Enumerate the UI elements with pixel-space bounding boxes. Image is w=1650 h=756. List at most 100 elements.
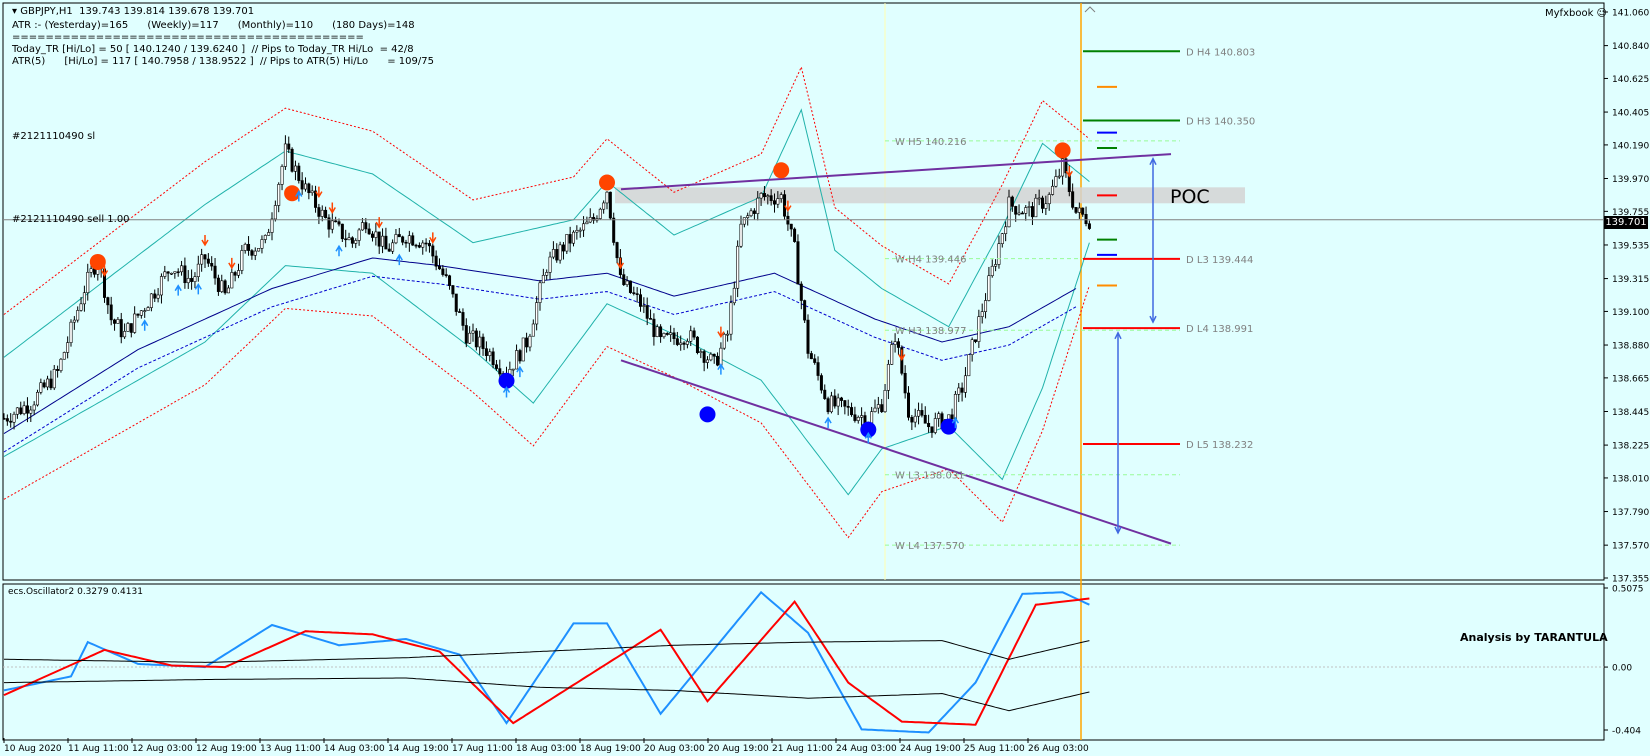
oscillator-series-line	[4, 677, 1090, 712]
candle-body	[1000, 233, 1004, 244]
candle-body	[561, 244, 565, 252]
candle-body	[528, 335, 532, 348]
candle-body	[973, 339, 977, 342]
upper-trendline	[620, 153, 1172, 191]
buy-signal-arrow	[717, 363, 725, 375]
candle-body	[293, 165, 297, 172]
candle-body	[89, 268, 93, 273]
candle-body	[206, 258, 210, 264]
envelope-lower-line	[3, 285, 1090, 539]
candle-body	[427, 243, 431, 247]
candle-body	[776, 198, 780, 205]
candle-body	[662, 333, 666, 338]
y-tick-label: 139.100	[1612, 308, 1649, 318]
candle-body	[1081, 207, 1085, 215]
x-tick-label: 26 Aug 03:00	[1028, 744, 1089, 754]
candle-body	[612, 217, 616, 243]
y-tick-label: 138.665	[1612, 374, 1649, 384]
weekly-level-label: W H3 138.977	[895, 326, 966, 337]
candle-body	[957, 387, 961, 395]
candle-body	[953, 394, 957, 420]
candle-body	[736, 245, 740, 289]
candle-body	[481, 336, 485, 349]
candle-body	[1044, 203, 1048, 209]
candle-body	[180, 265, 184, 273]
candle-body	[756, 197, 760, 214]
candle-body	[655, 326, 659, 337]
candle-body	[478, 336, 482, 348]
y-tick-label: 139.315	[1612, 275, 1649, 285]
candle-body	[1051, 185, 1055, 195]
candle-body	[106, 297, 110, 306]
candle-body	[397, 234, 401, 238]
candle-body	[796, 241, 800, 285]
candle-body	[558, 244, 562, 261]
y-tick-label: 138.010	[1612, 474, 1649, 484]
candle-body	[394, 234, 398, 244]
candle-body	[886, 364, 890, 391]
candle-body	[1030, 206, 1034, 218]
candle-body	[1071, 191, 1075, 208]
candle-body	[62, 352, 66, 360]
osc-y-tick-label: 0.00	[1612, 664, 1632, 674]
candle-body	[76, 310, 80, 321]
candle-body	[1010, 196, 1014, 207]
x-tick-label: 18 Aug 19:00	[580, 744, 641, 754]
candle-body	[819, 375, 823, 391]
candle-body	[913, 415, 917, 423]
candle-body	[334, 220, 338, 223]
candle-body	[575, 230, 579, 233]
candle-body	[856, 416, 860, 421]
buy-signal-arrow	[194, 282, 202, 295]
candle-body	[1047, 194, 1051, 205]
candle-body	[585, 221, 589, 225]
candle-body	[823, 389, 827, 399]
daily-level-label: D H3 140.350	[1186, 116, 1255, 127]
candle-body	[15, 407, 19, 415]
candle-body	[806, 319, 810, 354]
candle-body	[762, 193, 766, 198]
order-sl-label: #2121110490 sl	[12, 131, 96, 142]
x-tick-label: 17 Aug 11:00	[452, 744, 513, 754]
candle-body	[367, 228, 371, 235]
x-tick-label: 10 Aug 2020	[4, 744, 62, 754]
menu-triangle-icon[interactable]: ▾	[12, 6, 20, 17]
sell-signal-arrow	[228, 257, 236, 270]
order-sell-label: #2121110490 sell 1.00	[12, 214, 130, 225]
candle-body	[374, 231, 378, 238]
candle-body	[344, 238, 348, 241]
separator-line: ========================================…	[12, 32, 364, 43]
candle-body	[461, 312, 465, 326]
y-tick-label: 137.790	[1612, 508, 1649, 518]
candle-body	[381, 235, 385, 247]
candle-body	[283, 143, 287, 167]
x-tick-label: 25 Aug 11:00	[964, 744, 1025, 754]
candle-body	[414, 244, 418, 247]
swing-low-marker	[699, 406, 716, 423]
candle-body	[531, 323, 535, 337]
candle-body	[809, 353, 813, 360]
candle-body	[22, 405, 26, 414]
candle-body	[364, 222, 368, 230]
buy-signal-arrow	[335, 244, 343, 257]
candle-body	[930, 426, 934, 433]
candle-body	[860, 415, 864, 418]
candle-body	[170, 272, 174, 275]
candle-body	[491, 351, 495, 366]
candle-body	[608, 191, 612, 219]
oscillator-series-line	[4, 640, 1090, 663]
candle-body	[917, 410, 921, 417]
candle-body	[471, 330, 475, 334]
candle-body	[213, 265, 217, 279]
lower-trendline	[620, 359, 1172, 545]
candle-body	[176, 271, 180, 274]
candle-body	[411, 235, 415, 246]
candle-body	[247, 243, 251, 251]
candle-body	[870, 411, 874, 424]
candle-body	[391, 242, 395, 252]
price-chart[interactable]: 141.060 140.840 140.625 140.405 140.190 139.9…	[0, 0, 1650, 756]
candle-body	[370, 233, 374, 238]
candle-body	[458, 311, 462, 313]
candle-body	[709, 353, 713, 361]
candle-body	[129, 323, 133, 333]
